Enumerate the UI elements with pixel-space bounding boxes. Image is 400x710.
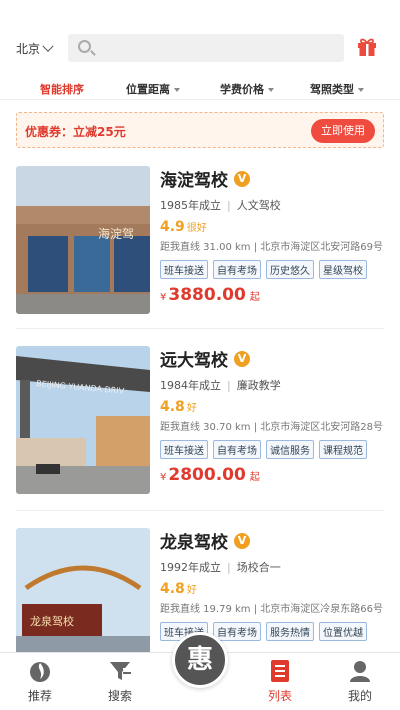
nav-search[interactable]: 搜索	[90, 659, 150, 704]
discount-center-button[interactable]: 惠	[172, 632, 228, 688]
school-name: 龙泉驾校 V	[160, 528, 384, 553]
nav-mine[interactable]: 我的	[330, 659, 390, 704]
rating-value: 4.9	[160, 219, 185, 235]
nav-recommend[interactable]: 推荐	[10, 659, 70, 704]
school-meta: 1992年成立 | 场校合一	[160, 561, 281, 574]
school-feature: 场校合一	[236, 561, 281, 574]
school-meta: 1984年成立 | 廉政教学	[160, 379, 281, 392]
school-card[interactable]: BEIJING YUANDA DRIV 远大驾校 V 1984年成立 | 廉政教学 …	[16, 346, 384, 496]
sort-tab-distance[interactable]: 位置距离	[126, 81, 180, 97]
coupon-banner: 优惠券：立减25元 立即使用	[16, 112, 384, 148]
rating: 4.8 好	[160, 581, 384, 597]
rating: 4.9 很好	[160, 219, 384, 235]
rating-word: 好	[186, 585, 197, 596]
tag: 班车接送	[160, 260, 208, 279]
school-meta: 1985年成立 | 人文驾校	[160, 199, 281, 212]
founded-year: 1992年成立	[160, 561, 221, 574]
divider	[16, 510, 384, 511]
city-selector[interactable]: 北京	[16, 40, 54, 57]
sort-tab-smart[interactable]: 智能排序	[40, 81, 84, 97]
search-icon	[78, 40, 91, 53]
gift-icon[interactable]	[356, 35, 378, 57]
sort-tab-label: 学费价格	[220, 83, 264, 96]
sign-text: 海淀驾	[98, 226, 134, 241]
rating-value: 4.8	[160, 399, 185, 415]
nav-label: 推荐	[27, 689, 52, 703]
use-coupon-button[interactable]: 立即使用	[311, 119, 375, 143]
address: 距我直线 19.79 km | 北京市海淀区冷泉东路66号	[160, 604, 383, 615]
school-info: 海淀驾校 V 1985年成立 | 人文驾校 4.9 很好 距我直线 31.00 km …	[160, 166, 384, 305]
tag: 服务热情	[266, 622, 314, 641]
price-value: 2800.00	[168, 465, 246, 485]
tag: 自有考场	[213, 622, 261, 641]
search-input[interactable]	[68, 34, 344, 62]
sort-tab-label: 位置距离	[126, 83, 170, 96]
tag: 星级驾校	[319, 260, 367, 279]
price-suffix: 起	[249, 472, 260, 483]
nav-list[interactable]: 列表	[250, 659, 310, 704]
caret-down-icon	[174, 88, 180, 92]
verified-badge: V	[234, 532, 250, 549]
user-icon	[350, 661, 370, 682]
school-feature: 人文驾校	[236, 199, 281, 212]
tag: 课程规范	[319, 440, 367, 459]
rating-word: 很好	[186, 223, 207, 234]
price: ¥2800.00 起	[160, 465, 384, 485]
tag: 自有考场	[213, 260, 261, 279]
search-filter-icon	[110, 662, 131, 680]
sort-bar: 智能排序 位置距离 学费价格 驾照类型	[0, 76, 400, 100]
top-bar: 北京	[0, 30, 400, 66]
verified-badge: V	[234, 350, 250, 367]
sign-text: 龙泉驾校	[30, 614, 74, 628]
school-card[interactable]: 海淀驾 海淀驾校 V 1985年成立 | 人文驾校 4.9 很好 距我直线 31.00…	[16, 166, 384, 316]
tag-list: 班车接送 自有考场 历史悠久 星级驾校	[160, 260, 384, 279]
price-value: 3880.00	[168, 285, 246, 305]
divider	[16, 328, 384, 329]
school-name: 海淀驾校 V	[160, 166, 384, 191]
school-photo: BEIJING YUANDA DRIV	[16, 346, 150, 494]
sort-tab-label: 智能排序	[40, 83, 84, 96]
school-photo: 海淀驾	[16, 166, 150, 314]
currency-symbol: ¥	[160, 292, 167, 303]
nav-label: 搜索	[107, 689, 132, 703]
nav-label: 我的	[347, 689, 372, 703]
price-suffix: 起	[249, 292, 260, 303]
list-icon	[271, 660, 289, 682]
tag-list: 班车接送 自有考场 诚信服务 课程规范	[160, 440, 384, 459]
founded-year: 1984年成立	[160, 379, 221, 392]
sort-tab-price[interactable]: 学费价格	[220, 81, 274, 97]
tag: 自有考场	[213, 440, 261, 459]
rating-word: 好	[186, 403, 197, 414]
school-info: 远大驾校 V 1984年成立 | 廉政教学 4.8 好 距我直线 30.70 km |…	[160, 346, 384, 485]
school-name-text: 海淀驾校	[160, 171, 228, 191]
founded-year: 1985年成立	[160, 199, 221, 212]
sort-tab-license[interactable]: 驾照类型	[310, 81, 364, 97]
tag: 位置优越	[319, 622, 367, 641]
school-name-text: 远大驾校	[160, 351, 228, 371]
school-info: 龙泉驾校 V 1992年成立 | 场校合一 4.8 好 距我直线 19.79 km |…	[160, 528, 384, 641]
rating-value: 4.8	[160, 581, 185, 597]
school-feature: 廉政教学	[236, 379, 281, 392]
rating: 4.8 好	[160, 399, 384, 415]
caret-down-icon	[358, 88, 364, 92]
address: 距我直线 31.00 km | 北京市海淀区北安河路69号	[160, 242, 383, 253]
school-name-text: 龙泉驾校	[160, 533, 228, 553]
price: ¥3880.00 起	[160, 285, 384, 305]
school-name: 远大驾校 V	[160, 346, 384, 371]
tag: 班车接送	[160, 440, 208, 459]
chevron-down-icon	[42, 40, 54, 52]
caret-down-icon	[268, 88, 274, 92]
tag: 历史悠久	[266, 260, 314, 279]
sort-tab-label: 驾照类型	[310, 83, 354, 96]
verified-badge: V	[234, 170, 250, 187]
currency-symbol: ¥	[160, 472, 167, 483]
recommend-icon	[30, 662, 50, 682]
coupon-text: 优惠券：立减25元	[25, 125, 126, 139]
city-label: 北京	[16, 42, 41, 56]
address: 距我直线 30.70 km | 北京市海淀区北安河路28号	[160, 422, 383, 433]
tag: 诚信服务	[266, 440, 314, 459]
nav-label: 列表	[267, 689, 292, 703]
